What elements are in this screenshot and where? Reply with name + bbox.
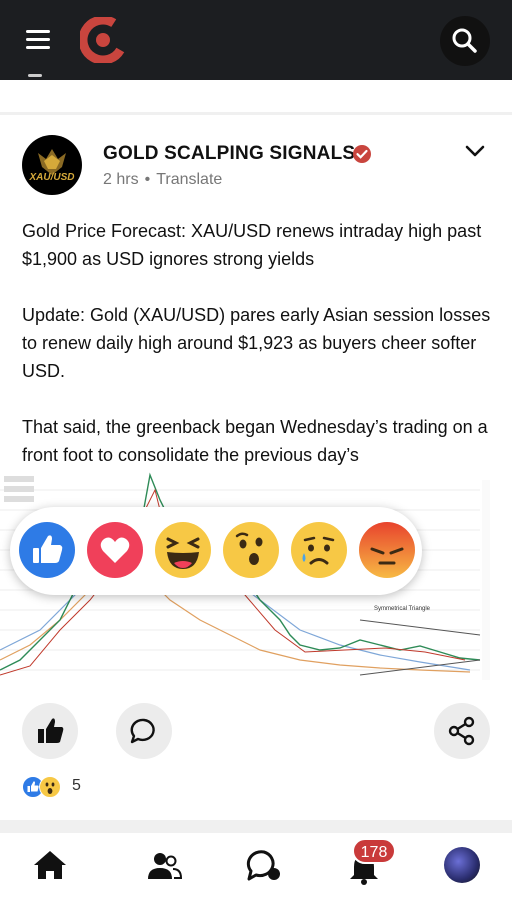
angry-reaction-icon[interactable] bbox=[358, 521, 416, 579]
friends-icon[interactable] bbox=[136, 841, 192, 891]
post-time: 2 hrs bbox=[103, 171, 139, 188]
sad-reaction-icon[interactable] bbox=[290, 521, 348, 579]
post-card: XAU/USD GOLD SCALPING SIGNALS 2 hrs • Tran… bbox=[0, 115, 512, 820]
reaction-picker bbox=[10, 507, 422, 595]
chart-annotation: Symmetrical Triangle bbox=[374, 606, 431, 612]
reaction-count: 5 bbox=[72, 777, 81, 794]
verified-badge-icon bbox=[353, 145, 371, 163]
search-button[interactable] bbox=[440, 16, 490, 66]
post-paragraph: That said, the greenback began Wednesday… bbox=[22, 417, 488, 465]
post-meta: 2 hrs • Translate bbox=[103, 171, 222, 189]
app-logo-icon[interactable] bbox=[80, 17, 126, 63]
messenger-icon[interactable] bbox=[236, 841, 292, 891]
page-avatar[interactable]: XAU/USD bbox=[22, 135, 82, 195]
like-reaction-icon[interactable] bbox=[18, 521, 76, 579]
wow-reaction-icon[interactable] bbox=[222, 521, 280, 579]
wow-reaction-mini-icon bbox=[39, 776, 61, 798]
like-button[interactable] bbox=[22, 703, 78, 759]
top-app-bar bbox=[0, 0, 512, 80]
hamburger-menu-icon[interactable] bbox=[22, 27, 56, 55]
profile-avatar[interactable] bbox=[444, 847, 480, 883]
comment-icon bbox=[130, 718, 155, 744]
haha-reaction-icon[interactable] bbox=[154, 521, 212, 579]
translate-link[interactable]: Translate bbox=[156, 171, 222, 188]
page-name[interactable]: GOLD SCALPING SIGNALS bbox=[103, 143, 355, 165]
post-body: Gold Price Forecast: XAU/USD renews intr… bbox=[22, 217, 492, 497]
meta-separator: • bbox=[144, 171, 151, 188]
chevron-down-icon[interactable] bbox=[462, 141, 488, 161]
notification-badge: 178 bbox=[352, 838, 396, 864]
home-icon[interactable] bbox=[22, 841, 78, 891]
search-icon bbox=[452, 28, 477, 53]
avatar-label: XAU/USD bbox=[29, 172, 75, 183]
bull-logo-icon bbox=[38, 149, 66, 175]
post-paragraph: Update: Gold (XAU/USD) pares early Asian… bbox=[22, 305, 491, 381]
love-reaction-icon[interactable] bbox=[86, 521, 144, 579]
comment-button[interactable] bbox=[116, 703, 172, 759]
bottom-navigation bbox=[0, 833, 512, 900]
post-paragraph: Gold Price Forecast: XAU/USD renews intr… bbox=[22, 221, 482, 269]
share-button[interactable] bbox=[434, 703, 490, 759]
previous-post-bottom bbox=[0, 74, 512, 112]
share-icon bbox=[448, 716, 475, 746]
thumbs-up-icon bbox=[38, 718, 64, 743]
